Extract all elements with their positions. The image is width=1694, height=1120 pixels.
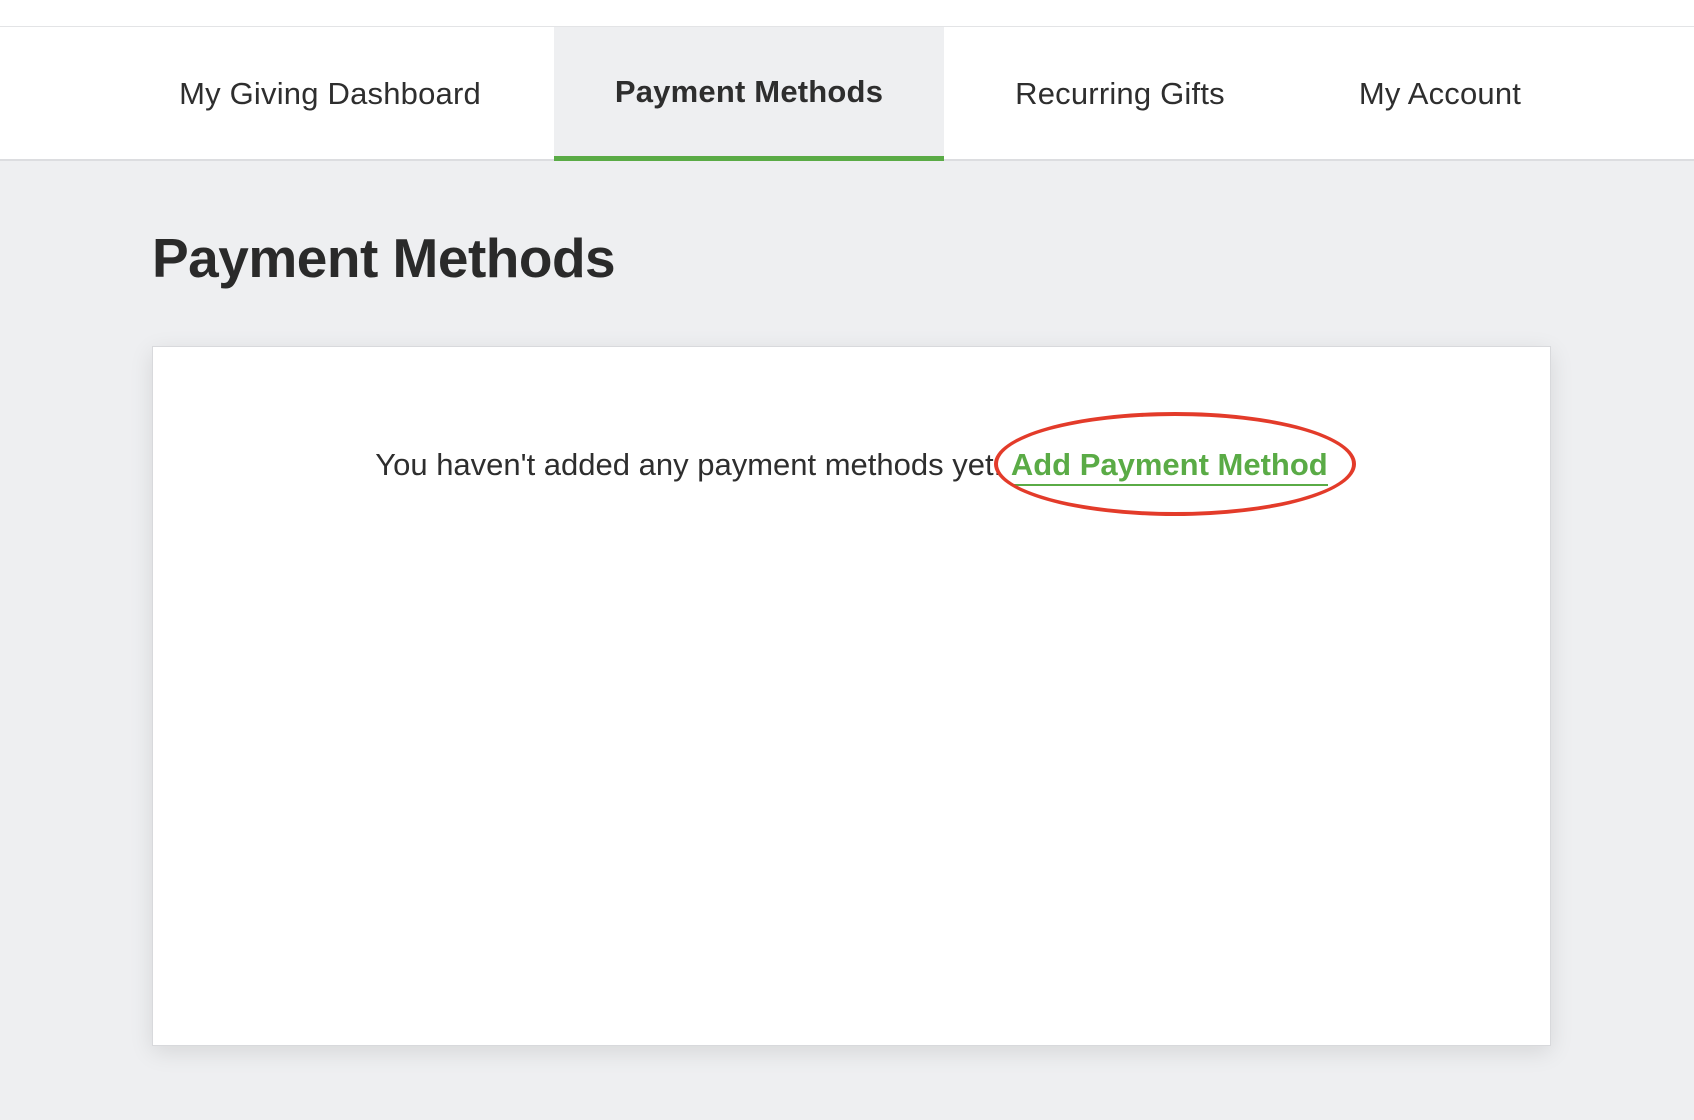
tab-recurring-gifts[interactable]: Recurring Gifts xyxy=(950,27,1290,161)
tab-my-giving-dashboard[interactable]: My Giving Dashboard xyxy=(130,27,530,161)
tab-bar: My Giving Dashboard Payment Methods Recu… xyxy=(0,27,1694,161)
empty-state-text: You haven't added any payment methods ye… xyxy=(375,447,1003,482)
payment-methods-card: You haven't added any payment methods ye… xyxy=(152,346,1551,1046)
page-title: Payment Methods xyxy=(152,227,616,289)
tab-payment-methods[interactable]: Payment Methods xyxy=(554,27,944,161)
tab-my-account[interactable]: My Account xyxy=(1290,27,1590,161)
add-payment-method-link[interactable]: Add Payment Method xyxy=(1010,447,1328,486)
empty-state-message: You haven't added any payment methods ye… xyxy=(153,447,1550,486)
top-strip xyxy=(0,0,1694,27)
